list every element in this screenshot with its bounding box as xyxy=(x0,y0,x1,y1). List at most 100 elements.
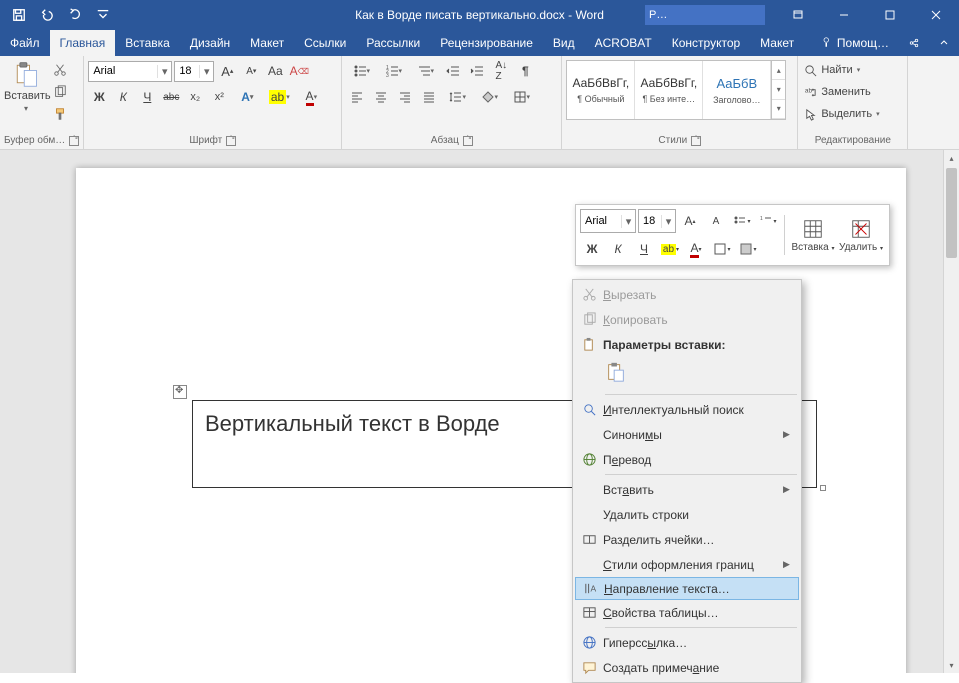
ctx-insert[interactable]: Вставить▶ xyxy=(575,477,799,502)
styles-expand[interactable]: ▾ xyxy=(772,100,785,119)
highlight-button[interactable]: ab▾ xyxy=(264,86,294,108)
bullets-button[interactable]: ▾ xyxy=(346,60,376,82)
find-button[interactable]: Найти▾ xyxy=(802,60,862,80)
font-size-combo[interactable]: 18▾ xyxy=(174,61,214,82)
collapse-ribbon-button[interactable] xyxy=(929,30,959,56)
ctx-synonyms[interactable]: Синонимы▶ xyxy=(575,422,799,447)
ctx-hyperlink[interactable]: Гиперссылка… xyxy=(575,630,799,655)
mini-font-size-combo[interactable]: 18▾ xyxy=(638,209,676,233)
ctx-new-comment[interactable]: Создать примечание xyxy=(575,655,799,680)
mini-font-family-combo[interactable]: Arial▾ xyxy=(580,209,636,233)
change-case-button[interactable]: Aa xyxy=(264,60,286,82)
line-spacing-button[interactable]: ▾ xyxy=(442,86,472,108)
mini-numbering[interactable]: 1▾ xyxy=(756,209,780,233)
tab-table-design[interactable]: Конструктор xyxy=(662,30,750,56)
save-button[interactable] xyxy=(6,2,32,28)
ctx-translate[interactable]: Перевод xyxy=(575,447,799,472)
show-marks-button[interactable]: ¶ xyxy=(514,60,536,82)
mini-borders[interactable]: ▾ xyxy=(710,237,734,261)
account-badge[interactable]: Р… xyxy=(645,5,765,25)
underline-button[interactable]: Ч xyxy=(136,86,158,108)
ctx-delete-rows[interactable]: Удалить строки xyxy=(575,502,799,527)
qat-customize-button[interactable] xyxy=(90,2,116,28)
style-no-spacing[interactable]: АаБбВвГг,¶ Без инте… xyxy=(635,61,703,119)
clear-formatting-button[interactable]: A⌫ xyxy=(288,60,310,82)
tell-me-search[interactable]: Помощ… xyxy=(811,30,899,56)
tab-review[interactable]: Рецензирование xyxy=(430,30,543,56)
text-effects-button[interactable]: A▾ xyxy=(232,86,262,108)
mini-highlight[interactable]: ab▾ xyxy=(658,237,682,261)
style-normal[interactable]: АаБбВвГг,¶ Обычный xyxy=(567,61,635,119)
tab-table-layout[interactable]: Макет xyxy=(750,30,804,56)
tab-home[interactable]: Главная xyxy=(50,30,116,56)
multilevel-list-button[interactable]: ▾ xyxy=(410,60,440,82)
sort-button[interactable]: A↓Z xyxy=(490,60,512,82)
minimize-button[interactable] xyxy=(821,0,867,30)
mini-bullets[interactable]: ▾ xyxy=(730,209,754,233)
paragraph-dialog-launcher[interactable] xyxy=(463,136,473,146)
subscript-button[interactable]: x₂ xyxy=(184,86,206,108)
styles-dialog-launcher[interactable] xyxy=(691,136,701,146)
mini-shading[interactable]: ▾ xyxy=(736,237,760,261)
ctx-border-styles[interactable]: Стили оформления границ▶ xyxy=(575,552,799,577)
styles-row-up[interactable]: ▴ xyxy=(772,61,785,80)
mini-delete-button[interactable]: Удалить ▾ xyxy=(837,218,885,253)
ctx-table-properties[interactable]: Свойства таблицы… xyxy=(575,600,799,625)
table-move-handle[interactable] xyxy=(173,385,187,399)
scroll-up[interactable]: ▴ xyxy=(944,150,959,166)
font-color-button[interactable]: A▾ xyxy=(296,86,326,108)
replace-button[interactable]: abЗаменить xyxy=(802,82,872,102)
share-button[interactable] xyxy=(899,30,929,56)
redo-button[interactable] xyxy=(62,2,88,28)
ctx-split-cells[interactable]: Разделить ячейки… xyxy=(575,527,799,552)
clipboard-dialog-launcher[interactable] xyxy=(69,136,79,146)
font-dialog-launcher[interactable] xyxy=(226,136,236,146)
shrink-font-button[interactable]: A▾ xyxy=(240,60,262,82)
scroll-thumb[interactable] xyxy=(946,168,957,258)
tab-acrobat[interactable]: ACROBAT xyxy=(585,30,662,56)
ctx-paste-keep-source[interactable] xyxy=(605,372,627,386)
numbering-button[interactable]: 123▾ xyxy=(378,60,408,82)
undo-button[interactable] xyxy=(34,2,60,28)
decrease-indent-button[interactable] xyxy=(442,60,464,82)
tab-layout[interactable]: Макет xyxy=(240,30,294,56)
ctx-text-direction[interactable]: AНаправление текста… xyxy=(575,577,799,600)
align-center-button[interactable] xyxy=(370,86,392,108)
style-heading1[interactable]: АаБбВЗаголово… xyxy=(703,61,771,119)
superscript-button[interactable]: x² xyxy=(208,86,230,108)
paste-button[interactable]: Вставить ▾ xyxy=(4,58,48,114)
mini-underline[interactable]: Ч xyxy=(632,237,656,261)
select-button[interactable]: Выделить▾ xyxy=(802,104,881,124)
format-painter-button[interactable] xyxy=(50,104,70,124)
styles-row-down[interactable]: ▾ xyxy=(772,80,785,99)
tab-view[interactable]: Вид xyxy=(543,30,585,56)
strikethrough-button[interactable]: abc xyxy=(160,86,182,108)
tab-design[interactable]: Дизайн xyxy=(180,30,240,56)
ribbon-options-button[interactable] xyxy=(775,0,821,30)
italic-button[interactable]: К xyxy=(112,86,134,108)
grow-font-button[interactable]: A▴ xyxy=(216,60,238,82)
tab-references[interactable]: Ссылки xyxy=(294,30,356,56)
bold-button[interactable]: Ж xyxy=(88,86,110,108)
cut-button[interactable] xyxy=(50,60,70,80)
mini-font-color[interactable]: A▾ xyxy=(684,237,708,261)
shading-button[interactable]: ▾ xyxy=(474,86,504,108)
mini-insert-button[interactable]: Вставка ▾ xyxy=(789,218,837,253)
copy-button[interactable] xyxy=(50,82,70,102)
close-button[interactable] xyxy=(913,0,959,30)
font-family-combo[interactable]: Arial▾ xyxy=(88,61,172,82)
mini-grow-font[interactable]: A▴ xyxy=(678,209,702,233)
justify-button[interactable] xyxy=(418,86,440,108)
align-left-button[interactable] xyxy=(346,86,368,108)
table-resize-handle[interactable] xyxy=(820,485,826,491)
mini-shrink-font[interactable]: A xyxy=(704,209,728,233)
mini-bold[interactable]: Ж xyxy=(580,237,604,261)
borders-button[interactable]: ▾ xyxy=(506,86,536,108)
tab-mailings[interactable]: Рассылки xyxy=(356,30,430,56)
tab-insert[interactable]: Вставка xyxy=(115,30,180,56)
align-right-button[interactable] xyxy=(394,86,416,108)
vertical-scrollbar[interactable]: ▴ ▾ xyxy=(943,150,959,673)
maximize-button[interactable] xyxy=(867,0,913,30)
increase-indent-button[interactable] xyxy=(466,60,488,82)
mini-italic[interactable]: К xyxy=(606,237,630,261)
